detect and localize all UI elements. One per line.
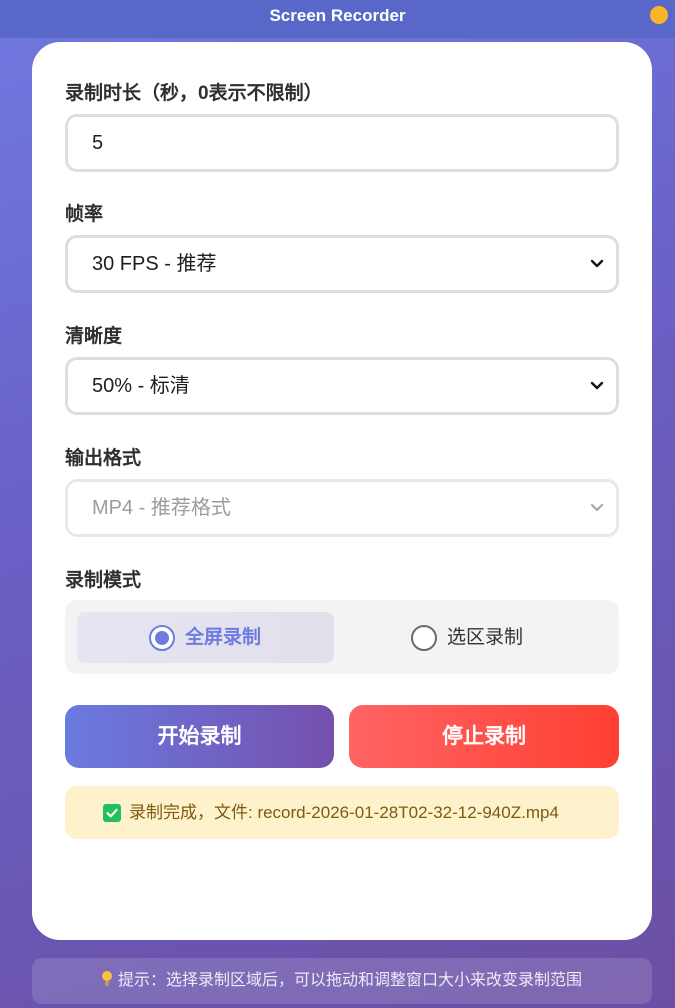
start-recording-button[interactable]: 开始录制 [65,705,334,768]
tip-text: 提示：选择录制区域后，可以拖动和调整窗口大小来改变录制范围 [117,972,582,989]
mode-option-region[interactable]: 选区录制 [355,612,607,663]
duration-value: 5 [92,132,104,154]
chevron-down-icon [590,503,604,512]
chevron-down-icon [590,381,604,390]
mode-label: 录制模式 [65,570,142,591]
status-message: 录制完成，文件: record-2026-01-28T02-32-12-940Z… [65,786,619,839]
window-title: Screen Recorder [269,6,406,25]
quality-label: 清晰度 [65,326,123,347]
format-label: 输出格式 [65,448,142,469]
stop-recording-button[interactable]: 停止录制 [349,705,619,768]
lightbulb-icon [101,971,112,987]
status-text: 录制完成，文件: record-2026-01-28T02-32-12-940Z… [129,803,559,822]
format-select[interactable]: MP4 - 推荐格式 [65,479,619,537]
duration-label: 录制时长（秒，0表示不限制） [65,83,323,104]
duration-input[interactable]: 5 [65,114,619,172]
framerate-label: 帧率 [65,204,104,225]
tip-bar: 提示：选择录制区域后，可以拖动和调整窗口大小来改变录制范围 [32,958,652,1004]
mode-option-fullscreen[interactable]: 全屏录制 [77,612,334,663]
mode-option-label: 选区录制 [447,627,524,648]
radio-unselected-icon[interactable] [411,625,437,651]
mode-selector: 全屏录制 选区录制 [65,600,619,674]
format-selected-value: MP4 - 推荐格式 [92,497,231,519]
radio-dot [155,631,169,645]
radio-selected-icon[interactable] [149,625,175,651]
window-control-dot[interactable] [650,6,668,24]
title-bar: Screen Recorder [0,0,675,38]
quality-select[interactable]: 50% - 标清 [65,357,619,415]
framerate-select[interactable]: 30 FPS - 推荐 [65,235,619,293]
mode-option-label: 全屏录制 [185,627,262,648]
check-icon [103,804,121,822]
quality-selected-value: 50% - 标清 [92,375,190,397]
framerate-selected-value: 30 FPS - 推荐 [92,253,217,275]
chevron-down-icon [590,259,604,268]
settings-card: 录制时长（秒，0表示不限制） 5 帧率 30 FPS - 推荐 清晰度 50% … [32,42,652,940]
